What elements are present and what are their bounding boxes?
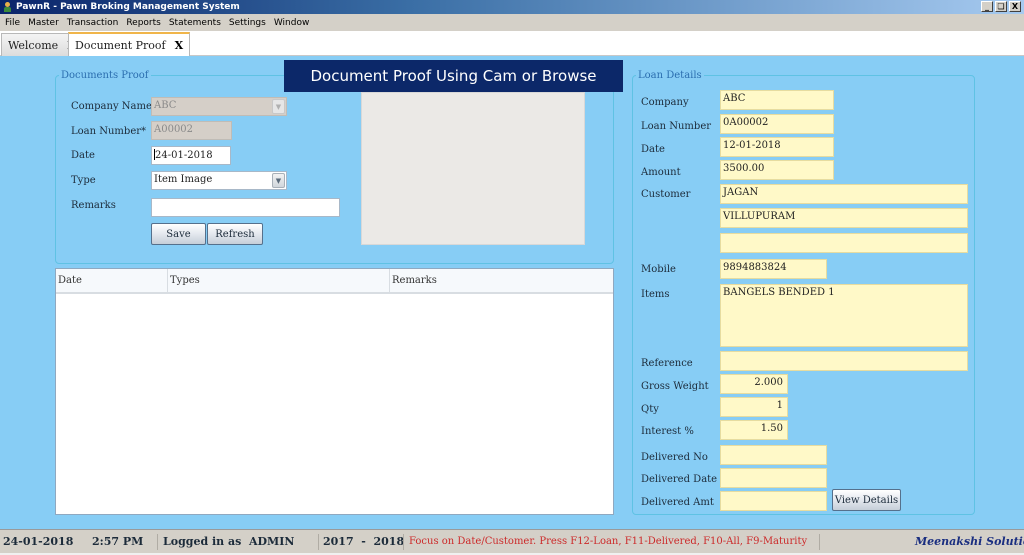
customer-address2-field: [720, 233, 968, 253]
grid-header: Date Types Remarks: [56, 269, 613, 294]
company-label: Company: [641, 97, 689, 108]
menu-master[interactable]: Master: [24, 18, 63, 28]
interest-field: 1.50: [720, 420, 788, 440]
loan-details-legend: Loan Details: [638, 70, 702, 81]
tab-label: Welcome: [8, 38, 59, 52]
menu-settings[interactable]: Settings: [225, 18, 270, 28]
company-field: ABC: [720, 90, 834, 110]
title-bar: PawnR - Pawn Broking Management System _…: [0, 0, 1024, 14]
delivered-date-field: [720, 468, 827, 488]
date-value: 24-01-2018: [155, 150, 213, 161]
page-banner: Document Proof Using Cam or Browse: [284, 60, 623, 92]
remarks-label: Remarks: [71, 200, 116, 211]
status-divider: [157, 534, 158, 550]
menu-bar: File Master Transaction Reports Statemen…: [0, 14, 1024, 31]
amount-field: 3500.00: [720, 160, 834, 180]
column-header-types[interactable]: Types: [167, 269, 389, 292]
mobile-field: 9894883824: [720, 259, 827, 279]
status-time: 2:57 PM: [92, 535, 144, 548]
main-content: Documents Proof Company Name ABC ▼ Loan …: [0, 56, 1024, 529]
documents-grid[interactable]: Date Types Remarks: [55, 268, 614, 515]
close-button[interactable]: X: [1009, 1, 1021, 12]
logged-in-prefix: Logged in as: [163, 535, 242, 548]
date-input[interactable]: 24-01-2018: [151, 146, 231, 165]
image-preview[interactable]: [361, 92, 585, 245]
delivered-amt-field: [720, 491, 827, 511]
type-select[interactable]: Item Image ▼: [151, 171, 287, 190]
status-divider: [819, 534, 820, 550]
app-icon: [3, 2, 12, 12]
reference-label: Reference: [641, 358, 693, 369]
menu-reports[interactable]: Reports: [122, 18, 165, 28]
items-label: Items: [641, 289, 670, 300]
restore-button[interactable]: ❏: [995, 1, 1007, 12]
loan-number-detail-label: Loan Number: [641, 121, 712, 132]
save-button[interactable]: Save: [151, 223, 206, 245]
date-label: Date: [71, 150, 95, 161]
delivered-no-label: Delivered No: [641, 452, 708, 463]
status-brand: Meenakshi Solutions: [915, 535, 1024, 548]
loan-date-label: Date: [641, 144, 665, 155]
chevron-down-icon[interactable]: ▼: [272, 173, 285, 188]
reference-field: [720, 351, 968, 371]
tab-strip: Welcome X Document Proof X: [0, 31, 1024, 56]
type-label: Type: [71, 175, 96, 186]
tab-close-icon[interactable]: X: [175, 39, 184, 52]
column-header-date[interactable]: Date: [56, 269, 167, 292]
chevron-down-icon[interactable]: ▼: [272, 99, 285, 114]
status-bar: 24-01-2018 2:57 PM Logged in as ADMIN 20…: [0, 529, 1024, 555]
status-date: 24-01-2018: [3, 535, 74, 548]
tab-label: Document Proof: [75, 38, 166, 52]
loan-number-label: Loan Number*: [71, 126, 147, 137]
company-name-label: Company Name: [71, 101, 152, 112]
delivered-amt-label: Delivered Amt: [641, 497, 714, 508]
company-name-value: ABC: [154, 100, 177, 111]
status-divider: [318, 534, 319, 550]
loan-number-field: 0A00002: [720, 114, 834, 134]
menu-window[interactable]: Window: [270, 18, 314, 28]
amount-label: Amount: [641, 167, 681, 178]
status-divider: [403, 534, 404, 550]
view-details-button[interactable]: View Details: [832, 489, 901, 511]
tab-document-proof[interactable]: Document Proof X: [68, 32, 191, 56]
status-hint: Focus on Date/Customer. Press F12-Loan, …: [409, 536, 808, 547]
customer-address-field: VILLUPURAM: [720, 208, 968, 228]
menu-transaction[interactable]: Transaction: [63, 18, 123, 28]
loan-date-field: 12-01-2018: [720, 137, 834, 157]
items-field: BANGELS BENDED 1: [720, 284, 968, 347]
customer-label: Customer: [641, 189, 691, 200]
mobile-label: Mobile: [641, 264, 676, 275]
documents-proof-legend: Documents Proof: [61, 70, 149, 81]
window-title: PawnR - Pawn Broking Management System: [16, 2, 240, 12]
window-controls: _ ❏ X: [981, 1, 1021, 12]
logged-in-user: ADMIN: [248, 535, 295, 548]
qty-label: Qty: [641, 404, 659, 415]
loan-number-input[interactable]: A00002: [151, 121, 232, 140]
customer-name-field: JAGAN: [720, 184, 968, 204]
column-header-remarks[interactable]: Remarks: [389, 269, 613, 292]
status-fiscal-year: 2017 - 2018: [323, 535, 405, 548]
interest-label: Interest %: [641, 426, 694, 437]
status-logged-in: Logged in as ADMIN: [163, 535, 294, 548]
refresh-button[interactable]: Refresh: [207, 223, 263, 245]
delivered-no-field: [720, 445, 827, 465]
gross-weight-field: 2.000: [720, 374, 788, 394]
delivered-date-label: Delivered Date: [641, 474, 718, 485]
company-name-select[interactable]: ABC ▼: [151, 97, 287, 116]
qty-field: 1: [720, 397, 788, 417]
remarks-input[interactable]: [151, 198, 340, 217]
menu-file[interactable]: File: [0, 18, 24, 28]
menu-statements[interactable]: Statements: [165, 18, 225, 28]
type-value: Item Image: [154, 174, 213, 185]
gross-weight-label: Gross Weight: [641, 381, 709, 392]
minimize-button[interactable]: _: [981, 1, 993, 12]
